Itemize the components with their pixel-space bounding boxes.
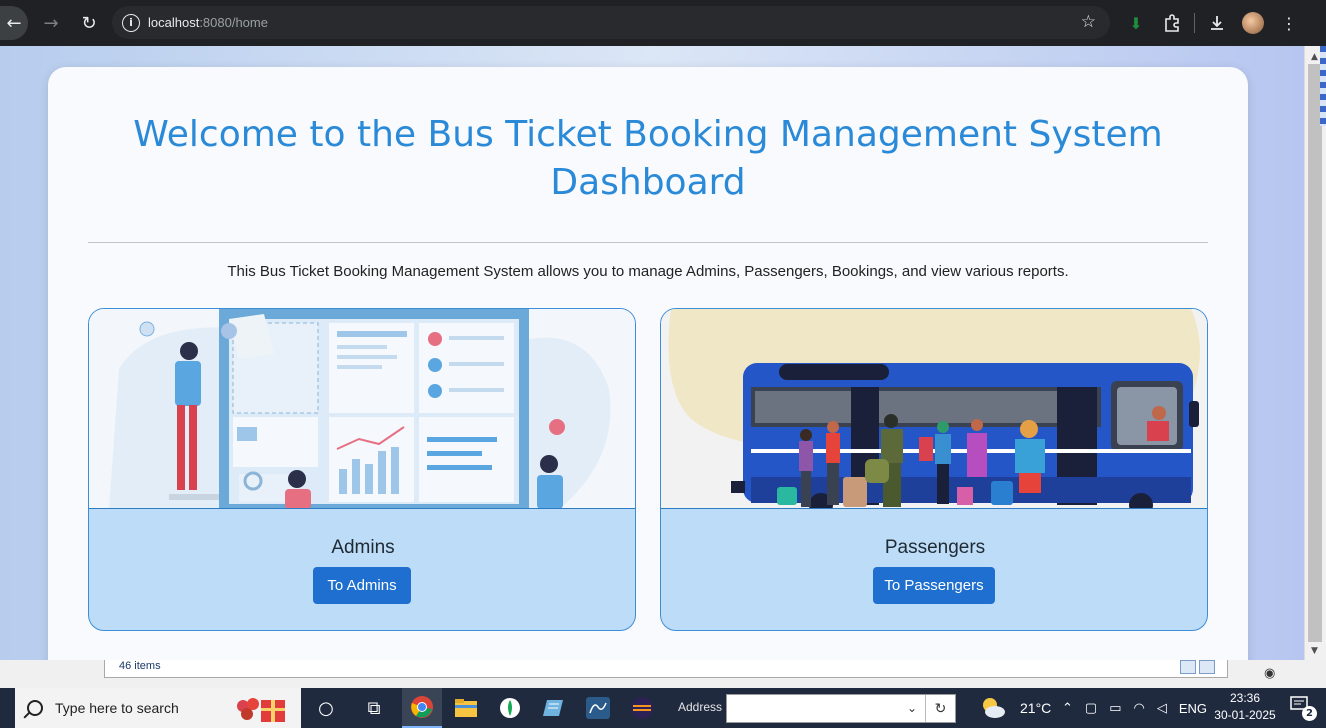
address-toolbar-label: Address — [678, 700, 723, 714]
taskbar-clock[interactable]: 23:36 30-01-2025 — [1214, 690, 1276, 724]
downloads-icon[interactable] — [1199, 6, 1235, 40]
background-window-edge — [1320, 46, 1326, 126]
windows-taskbar: Type here to search ○ ⧉ Address ⌄ ↻ 21°C… — [0, 688, 1326, 728]
temperature: 21°C — [1020, 700, 1052, 716]
page-title: Welcome to the Bus Ticket Booking Manage… — [133, 114, 1163, 203]
profile-avatar[interactable] — [1235, 6, 1271, 40]
file-explorer-icon[interactable] — [446, 688, 486, 728]
clock-time: 23:36 — [1229, 691, 1261, 705]
clock-date: 30-01-2025 — [1214, 708, 1276, 722]
task-view-icon[interactable]: ⧉ — [354, 688, 394, 728]
volume-icon[interactable]: ◁ — [1157, 700, 1167, 716]
mongodb-compass-icon[interactable] — [490, 688, 530, 728]
extensions-puzzle-icon[interactable] — [1154, 6, 1190, 40]
eclipse-icon[interactable] — [622, 688, 662, 728]
to-passengers-button[interactable]: To Passengers — [873, 567, 995, 604]
passengers-card: Passengers To Passengers — [660, 308, 1208, 631]
search-placeholder: Type here to search — [55, 700, 179, 716]
scroll-thumb[interactable] — [1308, 64, 1322, 642]
details-view-icon[interactable] — [1180, 660, 1196, 674]
notification-center-icon[interactable]: 2 — [1290, 696, 1317, 721]
page-description: This Bus Ticket Booking Management Syste… — [227, 263, 1069, 280]
dashboard-card: Welcome to the Bus Ticket Booking Manage… — [48, 67, 1248, 660]
language-indicator[interactable]: ENG — [1179, 701, 1207, 716]
page-viewport: Welcome to the Bus Ticket Booking Manage… — [0, 46, 1304, 660]
system-tray: ⌃ ▢ ▭ ◠ ◁ ENG — [1056, 688, 1213, 728]
partly-cloudy-icon — [980, 696, 1006, 720]
url-text: localhost:8080/home — [148, 15, 268, 30]
search-icon — [27, 700, 43, 716]
scroll-down-arrow-icon[interactable]: ▼ — [1311, 646, 1318, 656]
menu-kebab-icon[interactable]: ⋮ — [1271, 6, 1307, 40]
extension-download-icon[interactable]: ⬇ — [1118, 6, 1154, 40]
address-toolbar-input[interactable]: ⌄ ↻ — [726, 694, 956, 723]
reload-button[interactable]: ↻ — [72, 6, 106, 40]
chrome-icon[interactable] — [402, 688, 442, 728]
meet-now-icon[interactable]: ▢ — [1085, 700, 1097, 716]
wifi-icon[interactable]: ◠ — [1134, 700, 1145, 716]
notepad-icon[interactable] — [534, 688, 574, 728]
browser-toolbar: ← → ↻ i localhost:8080/home ☆ ⬇ ⋮ — [0, 0, 1326, 46]
file-explorer-statusbar: 46 items ◉ — [0, 660, 1326, 688]
large-icons-view-icon[interactable] — [1199, 660, 1215, 674]
admins-title: Admins — [331, 537, 395, 558]
page-scrollbar[interactable]: ▲ ▼ — [1304, 46, 1326, 660]
notification-count: 2 — [1302, 706, 1317, 721]
go-refresh-icon[interactable]: ↻ — [925, 695, 955, 722]
tray-chevron-up-icon[interactable]: ⌃ — [1062, 700, 1073, 716]
items-count: 46 items — [119, 660, 161, 672]
passengers-illustration — [661, 309, 1207, 509]
passengers-title: Passengers — [884, 537, 986, 558]
mysql-workbench-icon[interactable] — [578, 688, 618, 728]
to-admins-button[interactable]: To Admins — [313, 567, 411, 604]
taskbar-search[interactable]: Type here to search — [15, 688, 301, 728]
battery-icon[interactable]: ▭ — [1109, 700, 1121, 716]
cortana-icon[interactable]: ○ — [306, 688, 346, 728]
weather-widget[interactable]: 21°C — [980, 696, 1051, 720]
bookmark-star-icon[interactable]: ☆ — [1081, 12, 1096, 32]
admins-illustration — [89, 309, 635, 509]
site-info-icon[interactable]: i — [122, 13, 140, 32]
address-bar[interactable]: i localhost:8080/home ☆ — [112, 6, 1110, 39]
back-button[interactable]: ← — [0, 6, 28, 40]
divider — [88, 242, 1208, 243]
gift-icon[interactable] — [231, 694, 289, 722]
chevron-down-icon[interactable]: ⌄ — [907, 701, 917, 715]
preview-eye-icon[interactable]: ◉ — [1264, 666, 1275, 681]
forward-button[interactable]: → — [34, 6, 68, 40]
admins-card: Admins To Admins — [88, 308, 636, 631]
scroll-up-arrow-icon[interactable]: ▲ — [1311, 52, 1318, 62]
